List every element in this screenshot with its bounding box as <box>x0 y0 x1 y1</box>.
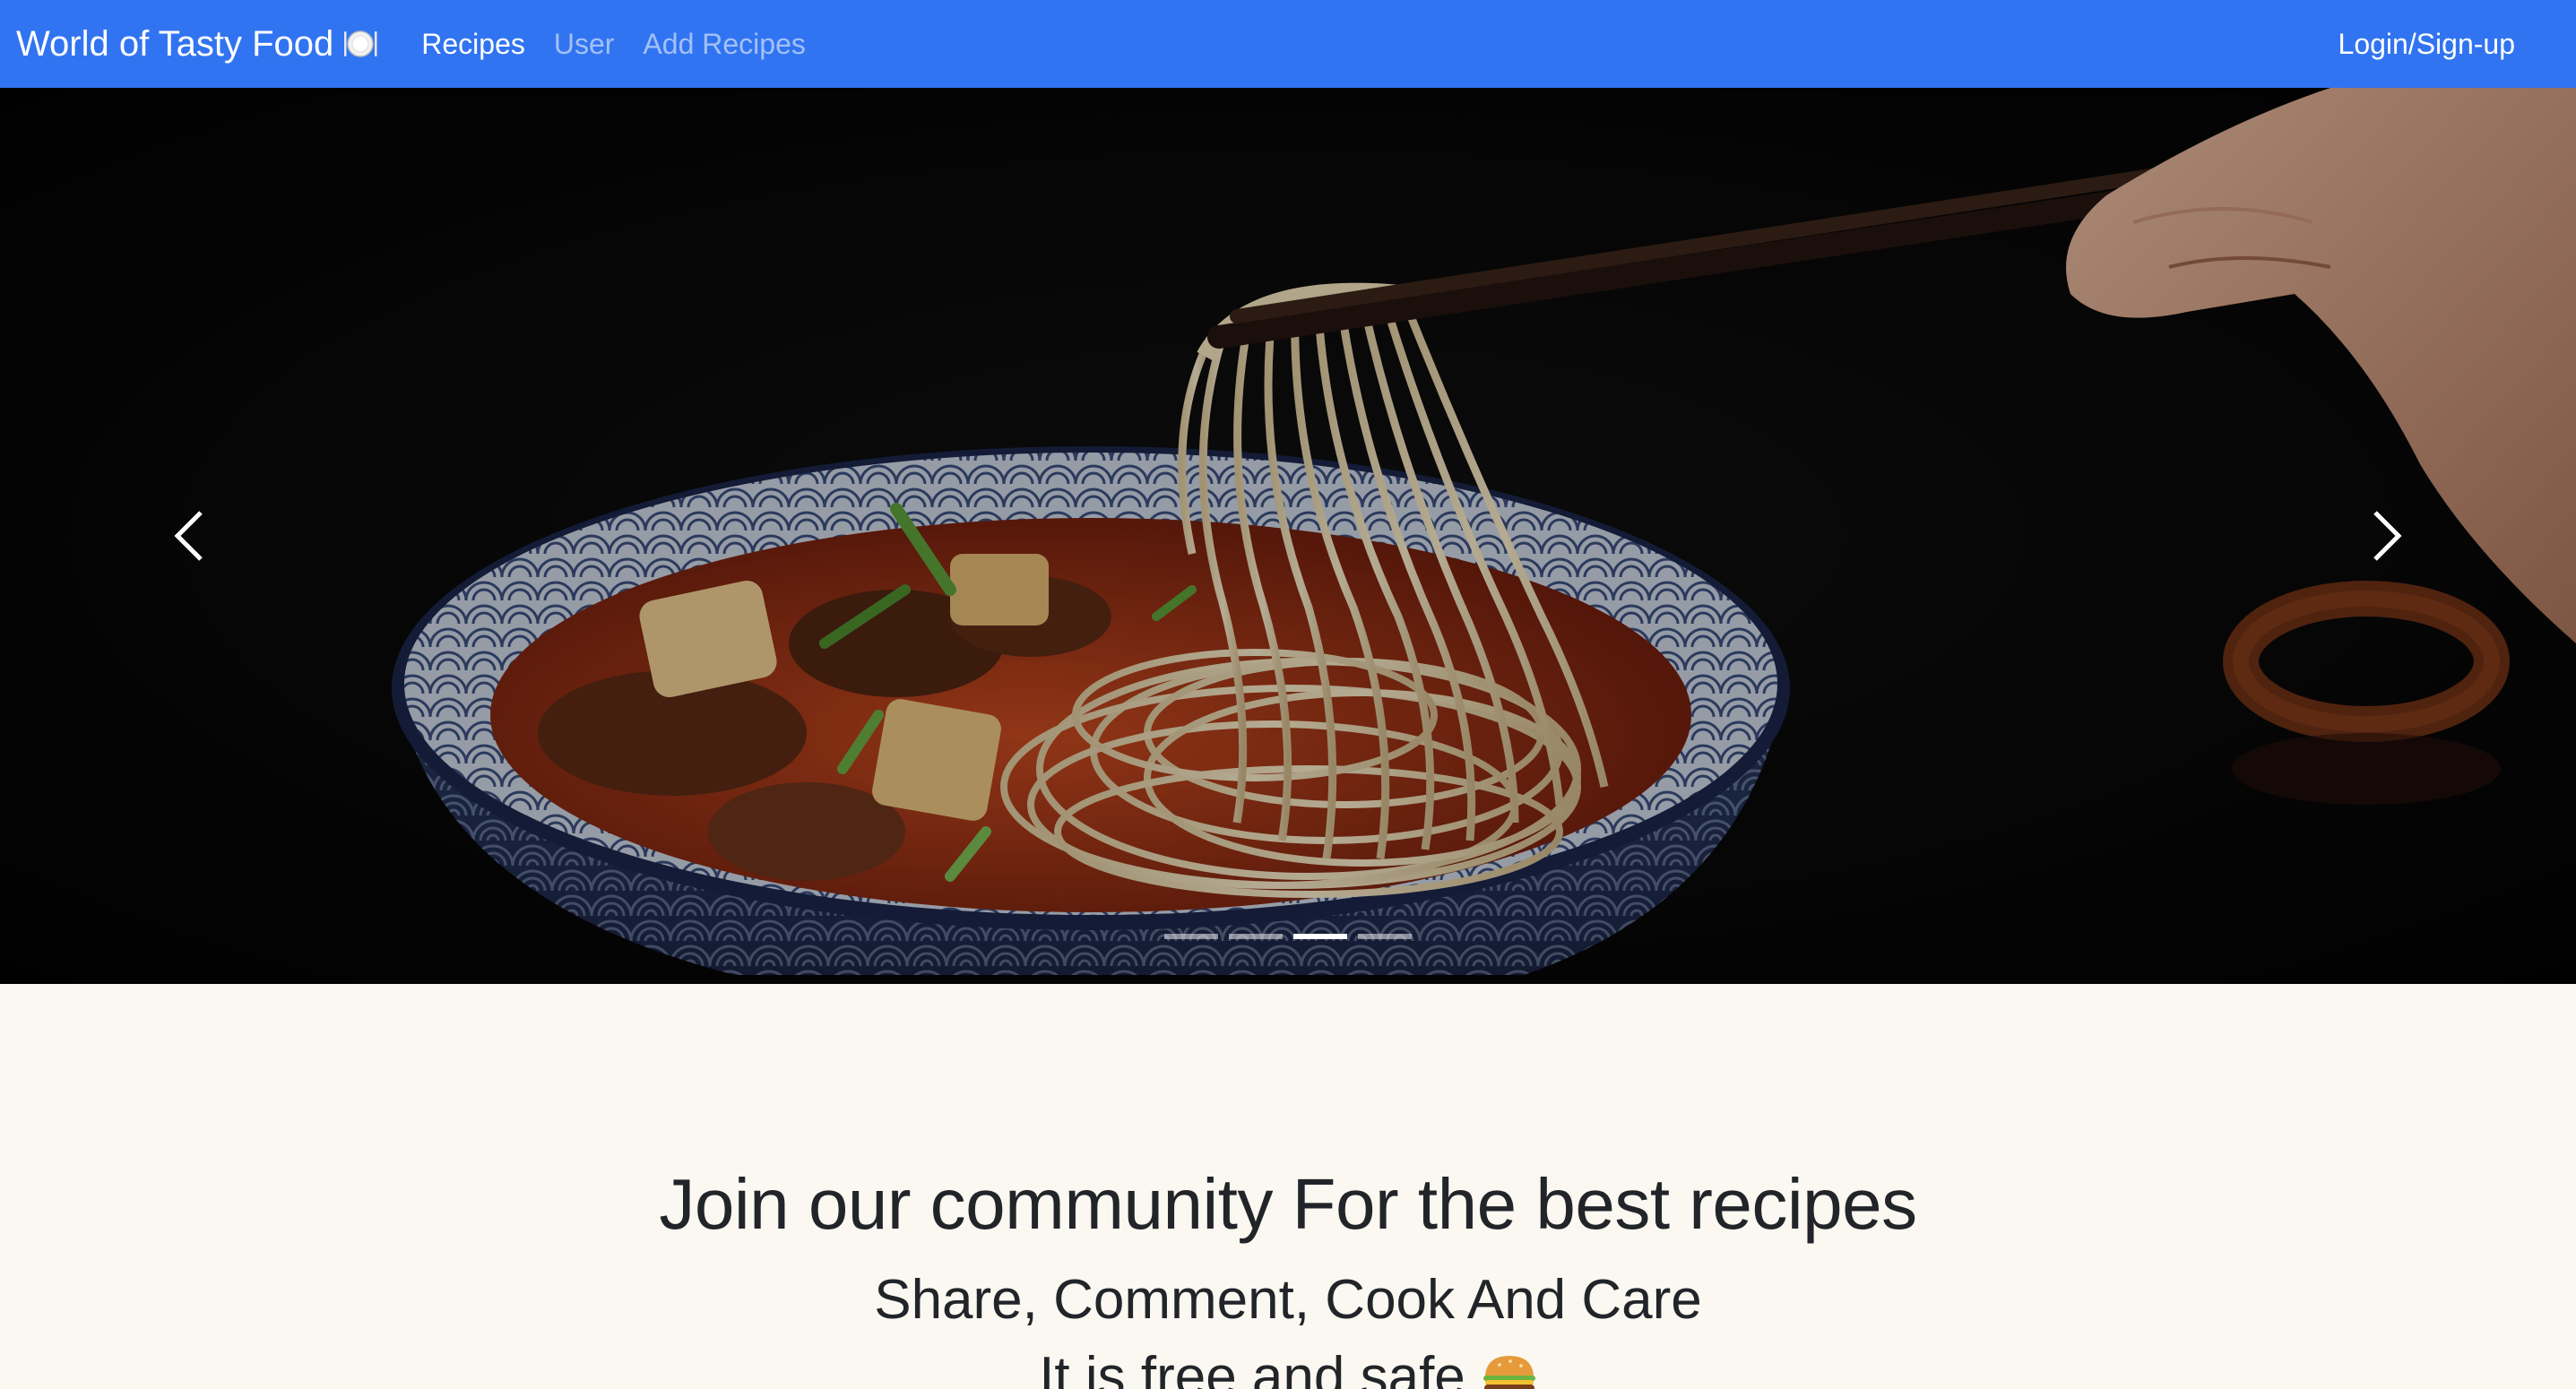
image-carousel <box>0 88 2576 984</box>
hero-tagline-text: It is free and safe <box>1039 1346 1465 1389</box>
plate-cutlery-icon <box>342 28 380 60</box>
hero-subtitle: Share, Comment, Cook And Care <box>874 1269 1702 1331</box>
noodle-bowl-image <box>0 88 2576 984</box>
nav-link-add-recipes[interactable]: Add Recipes <box>643 28 805 61</box>
hero-tagline: It is free and safe <box>1039 1350 1537 1389</box>
carousel-indicators <box>1164 934 1412 939</box>
carousel-indicator-3[interactable] <box>1293 934 1347 939</box>
nav-link-user[interactable]: User <box>554 28 615 61</box>
carousel-indicator-2[interactable] <box>1229 934 1283 939</box>
brand-link[interactable]: World of Tasty Food <box>16 24 380 65</box>
navbar: World of Tasty Food Recipes User Add Rec… <box>0 0 2576 88</box>
carousel-indicator-1[interactable] <box>1164 934 1218 939</box>
carousel-next-button[interactable] <box>2200 88 2576 984</box>
carousel-indicator-4[interactable] <box>1358 934 1412 939</box>
brand-title: World of Tasty Food <box>16 23 334 64</box>
hero-section: Join our community For the best recipes … <box>0 984 2576 1389</box>
login-signup-link[interactable]: Login/Sign-up <box>2338 28 2515 61</box>
nav-links: Recipes User Add Recipes <box>421 28 806 61</box>
chevron-right-icon <box>2373 511 2402 561</box>
chevron-left-icon <box>174 511 203 561</box>
hero-title: Join our community For the best recipes <box>659 1164 1917 1244</box>
nav-link-recipes[interactable]: Recipes <box>421 28 525 61</box>
carousel-prev-button[interactable] <box>0 88 376 984</box>
burger-icon <box>1482 1352 1537 1389</box>
